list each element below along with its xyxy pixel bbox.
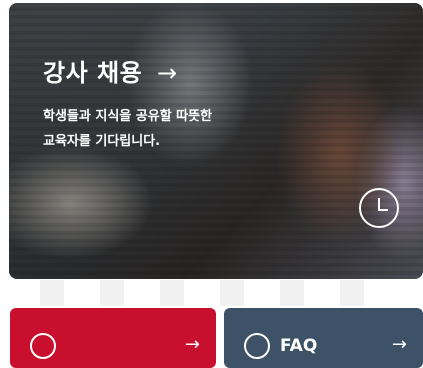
check-circle-icon bbox=[30, 333, 56, 359]
hero-description-line: 학생들과 지식을 공유할 따뜻한 bbox=[43, 109, 213, 124]
clock-icon bbox=[359, 188, 399, 228]
help-circle-icon bbox=[244, 333, 270, 359]
arrow-right-icon: → bbox=[157, 59, 178, 87]
apply-button[interactable]: → bbox=[10, 308, 216, 368]
hero-description: 학생들과 지식을 공유할 따뜻한 교육자를 기다립니다. bbox=[43, 104, 263, 154]
decorative-pattern bbox=[40, 280, 400, 306]
instructor-recruit-banner[interactable]: 강사 채용 → 학생들과 지식을 공유할 따뜻한 교육자를 기다립니다. bbox=[9, 3, 423, 279]
faq-button[interactable]: FAQ → bbox=[224, 308, 423, 368]
faq-button-label: FAQ bbox=[280, 336, 318, 356]
hero-description-line: 교육자를 기다립니다. bbox=[43, 134, 161, 149]
hero-title[interactable]: 강사 채용 → bbox=[43, 53, 178, 88]
clock-hand bbox=[378, 209, 388, 211]
hero-title-text: 강사 채용 bbox=[43, 59, 143, 87]
